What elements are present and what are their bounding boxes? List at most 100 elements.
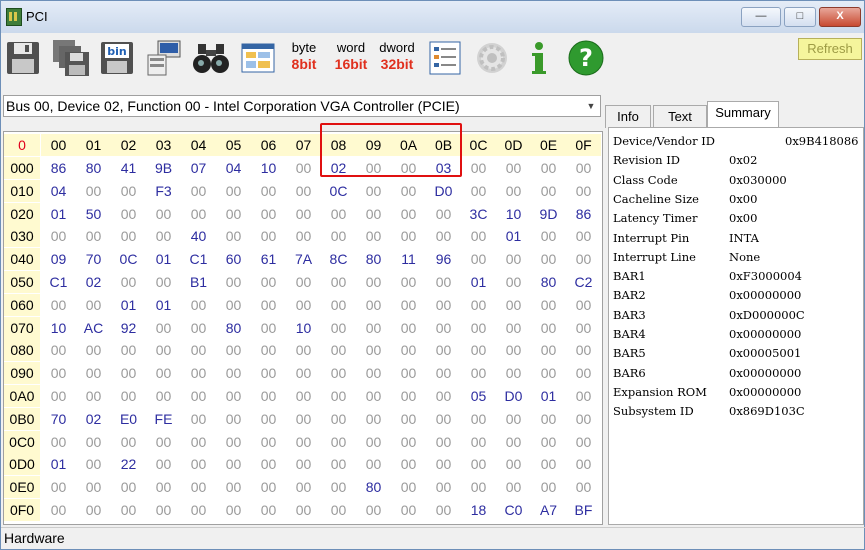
hex-cell[interactable]: 00 [321,476,356,498]
hex-cell[interactable]: 00 [146,499,181,521]
dword-format-button[interactable]: dword 32bit [377,40,417,72]
refresh-button[interactable]: Refresh [798,38,862,60]
hex-cell[interactable]: 00 [321,339,356,361]
hex-cell[interactable]: 00 [251,203,286,225]
hex-cell[interactable]: BF [566,499,601,521]
hex-cell[interactable]: C1 [41,271,76,293]
hex-cell[interactable]: 00 [216,431,251,453]
hex-cell[interactable]: 00 [146,431,181,453]
hex-cell[interactable]: 00 [181,203,216,225]
copy-disks-button[interactable] [51,38,91,78]
hex-cell[interactable]: 92 [111,317,146,339]
hex-cell[interactable]: 00 [531,476,566,498]
hex-cell[interactable]: 00 [391,476,426,498]
hex-cell[interactable]: 00 [216,339,251,361]
hex-cell[interactable]: 00 [111,385,146,407]
hex-cell[interactable]: 00 [496,476,531,498]
hex-cell[interactable]: 00 [426,294,461,316]
hex-cell[interactable]: 00 [216,362,251,384]
hex-cell[interactable]: 00 [566,453,601,475]
hex-cell[interactable]: 00 [76,339,111,361]
hex-cell[interactable]: A7 [531,499,566,521]
hex-cell[interactable]: 00 [496,339,531,361]
hex-cell[interactable]: 00 [251,225,286,247]
hex-cell[interactable]: 00 [391,294,426,316]
hex-cell[interactable]: 00 [321,431,356,453]
hex-cell[interactable]: 00 [461,453,496,475]
hex-cell[interactable]: 00 [461,180,496,202]
hex-cell[interactable]: 70 [41,408,76,430]
hex-cell[interactable]: 00 [111,362,146,384]
hex-cell[interactable]: D0 [496,385,531,407]
close-button[interactable]: X [819,7,861,27]
hex-cell[interactable]: 00 [111,271,146,293]
hex-cell[interactable]: 00 [181,453,216,475]
hex-cell[interactable]: 00 [216,499,251,521]
hex-cell[interactable]: 01 [146,248,181,270]
hex-cell[interactable]: 61 [251,248,286,270]
hex-cell[interactable]: 00 [216,294,251,316]
hex-cell[interactable]: 01 [41,453,76,475]
hex-cell[interactable]: 00 [426,203,461,225]
hex-cell[interactable]: 09 [41,248,76,270]
hex-cell[interactable]: 00 [251,499,286,521]
hex-cell[interactable]: 18 [461,499,496,521]
hex-cell[interactable]: 00 [111,431,146,453]
hex-cell[interactable]: 00 [426,225,461,247]
hex-cell[interactable]: 01 [496,225,531,247]
hex-cell[interactable]: 00 [391,180,426,202]
hex-cell[interactable]: 00 [146,339,181,361]
hex-cell[interactable]: 00 [531,339,566,361]
hex-cell[interactable]: 00 [496,453,531,475]
hex-cell[interactable]: 00 [216,180,251,202]
hex-cell[interactable]: 00 [41,385,76,407]
hex-cell[interactable]: 00 [146,271,181,293]
hex-cell[interactable]: 00 [496,271,531,293]
hex-cell[interactable]: 00 [391,203,426,225]
hex-cell[interactable]: 00 [146,317,181,339]
hex-cell[interactable]: 0C [321,180,356,202]
hex-cell[interactable]: 00 [216,453,251,475]
hex-cell[interactable]: 00 [531,225,566,247]
hex-cell[interactable]: 10 [251,157,286,179]
hex-cell[interactable]: 00 [76,385,111,407]
hex-cell[interactable]: 00 [461,408,496,430]
hex-cell[interactable]: 00 [426,385,461,407]
hex-cell[interactable]: 00 [41,431,76,453]
hex-cell[interactable]: 00 [251,476,286,498]
hex-cell[interactable]: 00 [181,317,216,339]
hex-cell[interactable]: 00 [321,271,356,293]
hex-cell[interactable]: 00 [286,271,321,293]
hex-cell[interactable]: 00 [181,339,216,361]
hex-cell[interactable]: 00 [461,294,496,316]
hex-cell[interactable]: C0 [496,499,531,521]
hex-cell[interactable]: 00 [286,385,321,407]
hex-cell[interactable]: 01 [531,385,566,407]
hex-cell[interactable]: 01 [146,294,181,316]
hex-cell[interactable]: 00 [496,431,531,453]
hex-cell[interactable]: 10 [496,203,531,225]
hex-cell[interactable]: 00 [76,431,111,453]
hex-cell[interactable]: 00 [321,453,356,475]
hex-cell[interactable]: 00 [461,362,496,384]
hex-cell[interactable]: 00 [286,453,321,475]
hex-cell[interactable]: 00 [356,408,391,430]
hex-cell[interactable]: 00 [181,362,216,384]
hex-cell[interactable]: 00 [461,157,496,179]
hex-cell[interactable]: 86 [41,157,76,179]
hex-cell[interactable]: 80 [356,248,391,270]
hex-cell[interactable]: 04 [41,180,76,202]
settings-button[interactable] [472,38,512,78]
hex-cell[interactable]: 00 [146,362,181,384]
hex-cell[interactable]: 00 [426,499,461,521]
hex-cell[interactable]: 00 [356,453,391,475]
hex-cell[interactable]: 50 [76,203,111,225]
hex-cell[interactable]: 00 [531,157,566,179]
hex-cell[interactable]: 00 [286,225,321,247]
hex-cell[interactable]: 00 [426,476,461,498]
hex-cell[interactable]: 96 [426,248,461,270]
hex-cell[interactable]: 70 [76,248,111,270]
hex-cell[interactable]: 00 [251,408,286,430]
hex-cell[interactable]: 00 [181,408,216,430]
hex-cell[interactable]: 00 [251,431,286,453]
